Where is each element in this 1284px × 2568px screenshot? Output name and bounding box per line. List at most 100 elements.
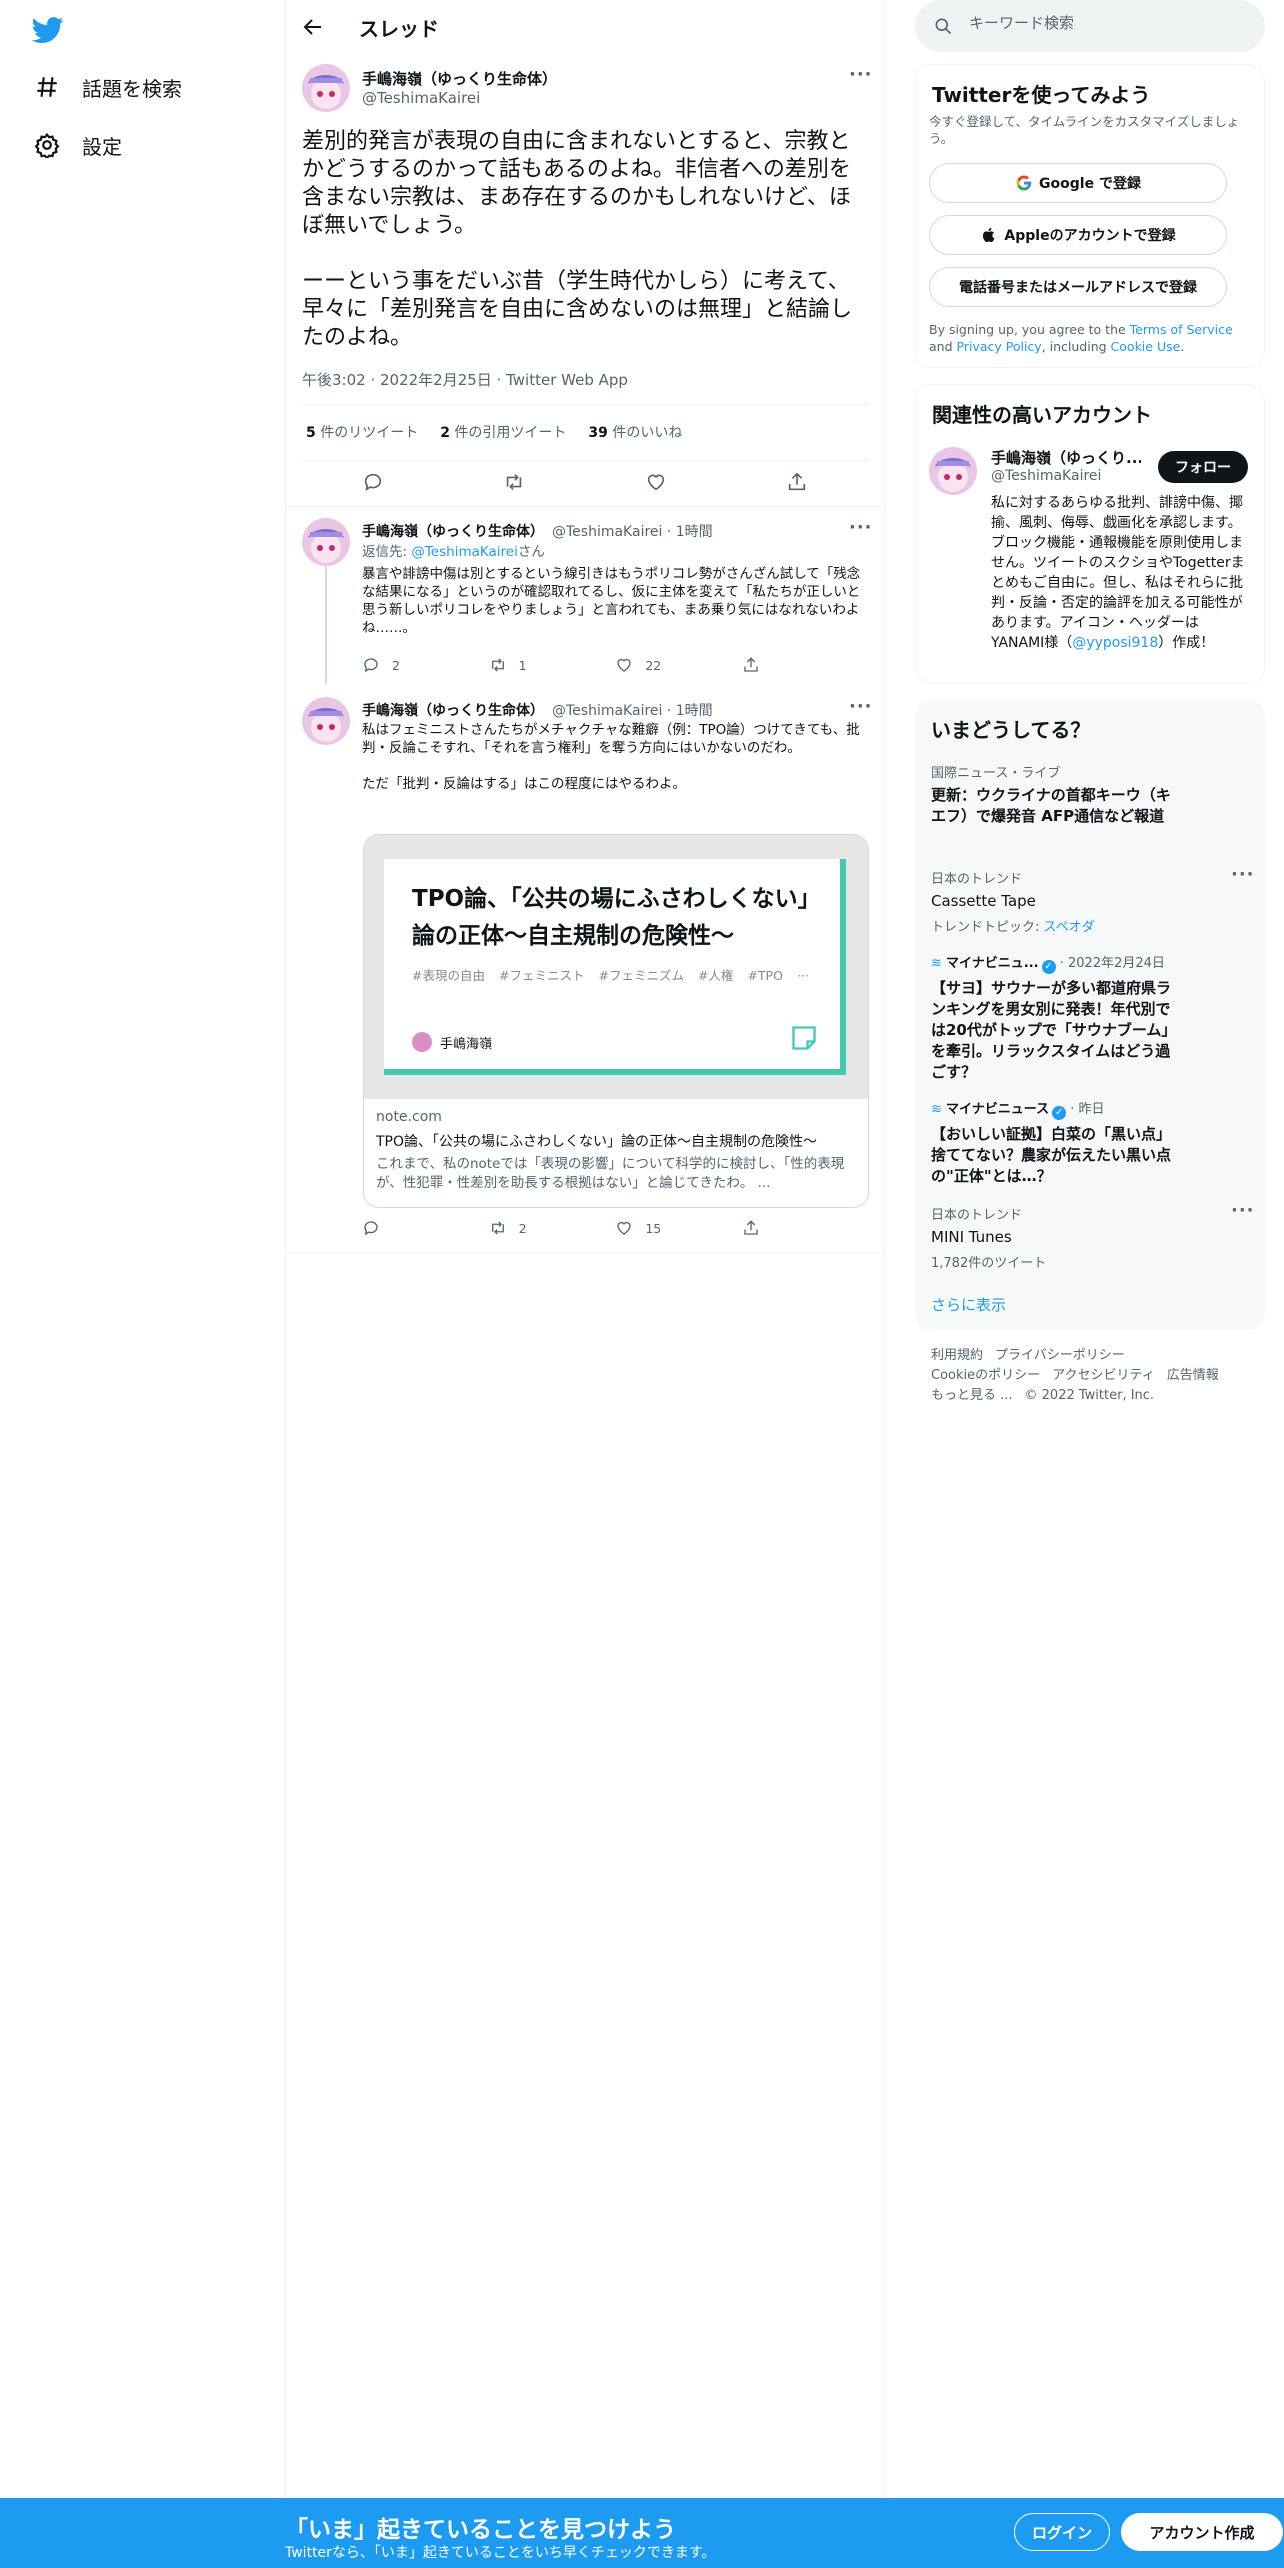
replying-to-link[interactable]: @TeshimaKairei: [411, 544, 517, 560]
like-button[interactable]: 15: [615, 1219, 675, 1237]
trend-title: 【おいしい証拠】白菜の「黒い点」捨ててない？農家が伝えたい黒い点の"正体"とは……: [931, 1125, 1172, 1185]
trend-title: 【サヨ】サウナーが多い都道府県ランキングを男女別に発表！年代別では20代がトップ…: [931, 979, 1172, 1081]
replying-to: 返信先: @TeshimaKaireiさん: [362, 544, 545, 560]
follow-button[interactable]: フォロー: [1158, 451, 1248, 483]
related-handle[interactable]: @TeshimaKairei: [991, 468, 1101, 484]
retweet-button[interactable]: 2: [489, 1219, 549, 1237]
avatar: [412, 1032, 432, 1052]
phone-email-signup-button[interactable]: 電話番号またはメールアドレスで登録: [929, 267, 1227, 307]
share-icon[interactable]: [786, 471, 808, 493]
trend-title: MINI Tunes: [931, 1228, 1012, 1246]
retweet-count[interactable]: 5 件のリツイート: [306, 422, 418, 442]
reply-button[interactable]: [362, 1219, 422, 1237]
publisher-logo-icon: ≋: [931, 1102, 942, 1117]
related-name[interactable]: 手嶋海嶺（ゆっくり...: [991, 447, 1141, 468]
card-tags: #表現の自由 #フェミニスト #フェミニズム #人権 #TPO ···: [412, 968, 809, 983]
thread-header: スレッド: [286, 0, 885, 54]
show-more-link[interactable]: さらに表示: [931, 1294, 1006, 1315]
author-handle[interactable]: @TeshimaKairei: [362, 89, 480, 107]
card-image-panel: TPO論、「公共の場にふさわしくない」論の正体〜自主規制の危険性〜 #表現の自由…: [384, 859, 846, 1075]
more-options-icon[interactable]: ···: [1231, 1202, 1254, 1226]
more-options-icon[interactable]: ···: [849, 698, 872, 722]
reply-button[interactable]: 2: [362, 656, 422, 674]
like-icon: [617, 1221, 631, 1235]
signup-button[interactable]: アカウント作成: [1121, 2513, 1283, 2551]
tweet-actions: [302, 471, 868, 493]
like-icon: [617, 658, 631, 672]
trend-item[interactable]: 国際ニュース・ライブ 更新：ウクライナの首都キーウ（キエフ）で爆発音 AFP通信…: [931, 762, 1251, 827]
trend-item[interactable]: ≋ マイナビニュ... ✓ · 2022年2月24日 【サヨ】サウナーが多い都道府…: [931, 952, 1251, 1083]
trend-sub: トレンドトピック: スペオダ: [931, 920, 1095, 935]
avatar[interactable]: [929, 447, 977, 495]
footer-link[interactable]: プライバシーポリシー: [995, 1348, 1125, 1363]
reply-actions: 2 15: [362, 1219, 802, 1237]
trend-title: Cassette Tape: [931, 892, 1036, 910]
tweet-timestamp[interactable]: 午後3:02 · 2022年2月25日 · Twitter Web App: [302, 369, 628, 390]
link-card[interactable]: TPO論、「公共の場にふさわしくない」論の正体〜自主規制の危険性〜 #表現の自由…: [363, 834, 869, 1208]
verified-badge-icon: ✓: [1041, 960, 1056, 974]
trend-item[interactable]: ≋ マイナビニュース ✓ · 昨日 【おいしい証拠】白菜の「黒い点」捨ててない？農…: [931, 1098, 1251, 1187]
twitter-logo-icon[interactable]: [30, 14, 66, 46]
trend-sub: 1,782件のツイート: [931, 1256, 1047, 1271]
more-options-icon[interactable]: ···: [849, 66, 872, 90]
reply-author[interactable]: 手嶋海嶺（ゆっくり生命体） @TeshimaKairei · 1時間: [362, 700, 713, 720]
verified-badge-icon: ✓: [1052, 1106, 1067, 1120]
more-options-icon[interactable]: ···: [849, 519, 872, 543]
reply-handle[interactable]: @TeshimaKairei · 1時間: [552, 524, 713, 540]
like-icon[interactable]: [645, 471, 667, 493]
reply-handle[interactable]: @TeshimaKairei · 1時間: [552, 703, 713, 719]
share-button[interactable]: [742, 656, 802, 674]
trend-topic-link[interactable]: スペオダ: [1044, 920, 1095, 935]
reply-icon[interactable]: [362, 471, 384, 493]
thread-column: スレッド 手嶋海嶺（ゆっくり生命体） @TeshimaKairei ··· 差別…: [285, 0, 885, 2498]
footer-link[interactable]: アクセシビリティ: [1052, 1368, 1155, 1383]
hashtag-icon: [37, 77, 57, 97]
retweet-button[interactable]: 1: [489, 656, 549, 674]
trends-panel: いまどうしてる？ 国際ニュース・ライブ 更新：ウクライナの首都キーウ（キエフ）で…: [915, 700, 1265, 1330]
tweet-text: 差別的発言が表現の自由に含まれないとすると、宗教とかどうするのかって話もあるのよ…: [302, 129, 853, 350]
publisher-logo-icon: ≋: [931, 956, 942, 971]
divider: [286, 506, 885, 507]
search-input[interactable]: [969, 14, 1239, 32]
avatar-image: [302, 64, 350, 112]
like-button[interactable]: 22: [615, 656, 675, 674]
back-arrow-icon[interactable]: [301, 15, 325, 39]
nav-explore[interactable]: 話題を検索: [34, 67, 182, 107]
trend-item[interactable]: 日本のトレンド MINI Tunes 1,782件のツイート ···: [931, 1202, 1254, 1272]
avatar-image: [929, 447, 977, 495]
trend-item[interactable]: 日本のトレンド Cassette Tape トレンドトピック: スペオダ ···: [931, 866, 1254, 936]
trend-meta: ≋ マイナビニュ... ✓ · 2022年2月24日: [931, 956, 1165, 974]
note-logo-icon: [792, 1026, 816, 1050]
trend-meta: 日本のトレンド: [931, 872, 1023, 887]
avatar[interactable]: [302, 64, 350, 112]
nav-settings[interactable]: 設定: [34, 125, 122, 165]
bio-link[interactable]: @yyposi918: [1072, 635, 1158, 651]
signup-panel: Twitterを使ってみよう 今すぐ登録して、タイムラインをカスタマイズしましょ…: [915, 64, 1265, 368]
search-box[interactable]: [915, 0, 1265, 52]
login-button[interactable]: ログイン: [1014, 2513, 1110, 2551]
footer-link[interactable]: もっと見る ...: [931, 1388, 1013, 1403]
terms-link[interactable]: Terms of Service: [1130, 322, 1233, 337]
cookie-link[interactable]: Cookie Use: [1111, 339, 1181, 354]
trend-meta: ≋ マイナビニュース ✓ · 昨日: [931, 1102, 1105, 1120]
footer-link[interactable]: 広告情報: [1167, 1368, 1219, 1383]
share-button[interactable]: [742, 1219, 802, 1237]
footer-link[interactable]: 利用規約: [931, 1348, 983, 1363]
trend-meta: 日本のトレンド: [931, 1208, 1023, 1223]
quote-count[interactable]: 2 件の引用ツイート: [440, 422, 566, 442]
avatar[interactable]: [302, 697, 350, 745]
reply-icon: [364, 658, 378, 673]
search-icon: [935, 18, 952, 35]
footer-link[interactable]: Cookieのポリシー: [931, 1368, 1040, 1383]
avatar[interactable]: [302, 518, 350, 566]
apple-signup-button[interactable]: Appleのアカウントで登録: [929, 215, 1227, 255]
privacy-link[interactable]: Privacy Policy: [957, 339, 1042, 354]
reply-author[interactable]: 手嶋海嶺（ゆっくり生命体） @TeshimaKairei · 1時間: [362, 521, 713, 541]
google-signup-button[interactable]: Google で登録: [929, 163, 1227, 203]
divider: [286, 1252, 885, 1253]
more-options-icon[interactable]: ···: [1231, 866, 1254, 890]
retweet-icon[interactable]: [503, 471, 525, 493]
reply-actions: 2 1 22: [362, 656, 802, 674]
author-name[interactable]: 手嶋海嶺（ゆっくり生命体）: [362, 68, 557, 89]
like-count[interactable]: 39 件のいいね: [588, 422, 682, 442]
